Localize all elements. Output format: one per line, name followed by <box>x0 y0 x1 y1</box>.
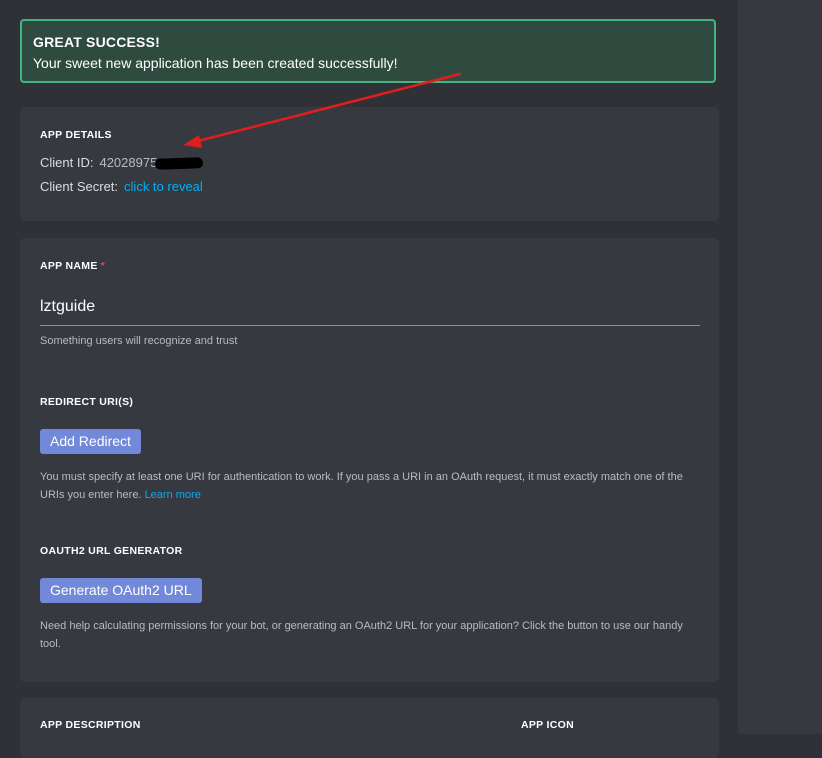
app-settings-card: APP NAME * lztguide Something users will … <box>20 238 719 682</box>
redirect-hint-text: You must specify at least one URI for au… <box>40 471 683 501</box>
client-id-value[interactable]: 42028975 <box>99 155 204 170</box>
app-name-input[interactable]: lztguide <box>40 298 700 326</box>
redirect-heading: REDIRECT URI(S) <box>40 396 134 408</box>
app-description-card: APP DESCRIPTION APP ICON <box>20 698 719 758</box>
app-details-card: APP DETAILS Client ID: 42028975 Client S… <box>20 107 719 221</box>
oauth2-heading: OAUTH2 URL GENERATOR <box>40 545 183 557</box>
app-name-hint: Something users will recognize and trust <box>40 335 238 347</box>
client-id-label: Client ID: <box>40 155 94 170</box>
redaction-scribble <box>155 157 204 170</box>
oauth2-hint: Need help calculating permissions for yo… <box>40 620 683 650</box>
success-banner: GREAT SUCCESS! Your sweet new applicatio… <box>20 19 716 83</box>
reveal-secret-link[interactable]: click to reveal <box>124 179 203 194</box>
client-id-text: 42028975 <box>99 155 158 170</box>
learn-more-link[interactable]: Learn more <box>145 489 201 501</box>
client-id-row: Client ID: 42028975 <box>40 155 699 170</box>
app-name-heading: APP NAME * <box>40 260 699 272</box>
add-redirect-button[interactable]: Add Redirect <box>40 429 141 454</box>
generate-oauth2-url-button[interactable]: Generate OAuth2 URL <box>40 578 202 603</box>
app-name-heading-text: APP NAME <box>40 260 98 272</box>
client-secret-row: Client Secret: click to reveal <box>40 179 699 194</box>
app-description-heading: APP DESCRIPTION <box>40 719 141 731</box>
success-title: GREAT SUCCESS! <box>33 34 160 50</box>
required-mark: * <box>100 260 106 272</box>
app-details-heading: APP DETAILS <box>40 129 112 141</box>
client-secret-label: Client Secret: <box>40 179 119 194</box>
app-icon-heading: APP ICON <box>521 719 574 731</box>
success-message: Your sweet new application has been crea… <box>33 55 398 71</box>
redirect-hint: You must specify at least one URI for au… <box>40 468 699 504</box>
right-panel <box>738 0 822 734</box>
